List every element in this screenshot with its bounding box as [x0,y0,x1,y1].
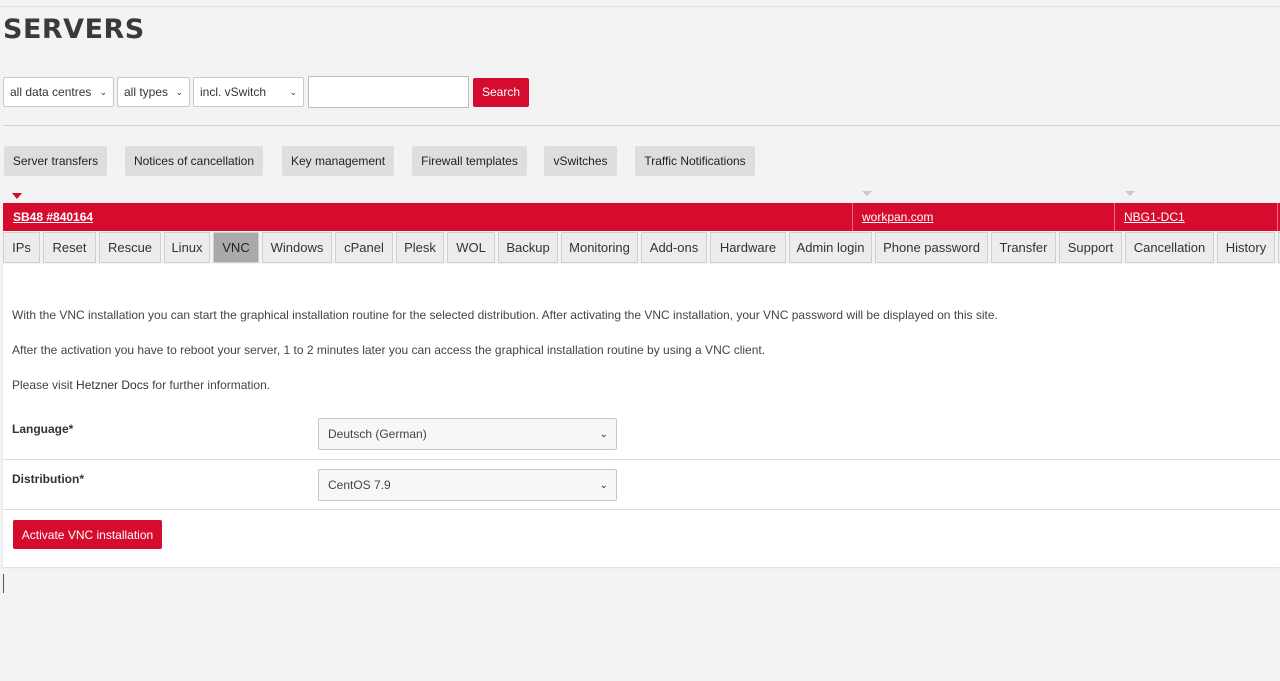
key-management-button[interactable]: Key management [282,146,394,176]
tab-rescue[interactable]: Rescue [99,232,161,263]
firewall-templates-button[interactable]: Firewall templates [412,146,527,176]
distribution-select[interactable]: CentOS 7.9 ⌄ [318,469,617,501]
docs-suffix: for further information. [148,378,271,392]
tab-add-ons[interactable]: Add-ons [641,232,707,263]
tab-history[interactable]: History [1217,232,1275,263]
language-select[interactable]: Deutsch (German) ⌄ [318,418,617,450]
page-title: SERVERS [3,14,145,45]
traffic-notifications-button[interactable]: Traffic Notifications [635,146,755,176]
chevron-down-icon: ⌄ [599,429,608,440]
tab-backup[interactable]: Backup [498,232,558,263]
filter-bar: all data centres ⌄ all types ⌄ incl. vSw… [3,76,529,108]
vnc-docs-note: Please visit Hetzner Docs for further in… [12,378,270,392]
language-label: Language* [12,422,74,436]
search-input[interactable] [308,76,469,108]
chevron-down-icon: ⌄ [289,87,297,97]
tab-vnc[interactable]: VNC [213,232,259,263]
tab-transfer[interactable]: Transfer [991,232,1056,263]
distribution-label: Distribution* [12,472,84,486]
vnc-panel: With the VNC installation you can start … [3,264,1280,567]
notices-of-cancellation-button[interactable]: Notices of cancellation [125,146,263,176]
top-divider [0,6,1280,7]
tab-wol[interactable]: WOL [447,232,495,263]
language-select-value: Deutsch (German) [328,427,427,441]
server-tabs: IPs Reset Rescue Linux VNC Windows cPane… [3,232,1280,264]
tab-admin-login[interactable]: Admin login [789,232,872,263]
server-name-link[interactable]: SB48 #840164 [13,210,93,224]
tab-support[interactable]: Support [1059,232,1122,263]
sort-marker-icon[interactable] [12,193,22,199]
tab-hardware[interactable]: Hardware [710,232,786,263]
tab-monitoring[interactable]: Monitoring [561,232,638,263]
text-cursor [3,574,4,593]
tab-windows[interactable]: Windows [262,232,332,263]
type-select[interactable]: all types ⌄ [117,77,190,107]
distribution-select-value: CentOS 7.9 [328,478,391,492]
vswitches-button[interactable]: vSwitches [544,146,617,176]
docs-prefix: Please visit [12,378,77,392]
vswitch-select-value: incl. vSwitch [200,85,267,99]
form-divider [3,509,1280,510]
type-select-value: all types [124,85,169,99]
tab-ips[interactable]: IPs [3,232,40,263]
form-divider [3,459,1280,460]
vnc-intro-text: With the VNC installation you can start … [12,308,998,322]
tab-reset[interactable]: Reset [43,232,96,263]
server-row[interactable]: SB48 #840164 workpan.com NBG1-DC1 [3,203,1280,231]
tab-phone-password[interactable]: Phone password [875,232,988,263]
vswitch-select[interactable]: incl. vSwitch ⌄ [193,77,304,107]
server-transfers-button[interactable]: Server transfers [4,146,107,176]
hetzner-docs-link[interactable]: Hetzner Docs [76,378,149,392]
chevron-down-icon: ⌄ [175,87,183,97]
tab-cancellation[interactable]: Cancellation [1125,232,1214,263]
column-divider [852,203,853,231]
search-button[interactable]: Search [473,77,529,107]
vnc-reboot-note: After the activation you have to reboot … [12,343,766,357]
column-divider [1277,203,1278,231]
server-datacenter-link[interactable]: NBG1-DC1 [1124,210,1185,224]
sort-marker-icon[interactable] [862,191,872,196]
sort-marker-icon[interactable] [1125,191,1135,196]
server-hostname-link[interactable]: workpan.com [862,210,933,224]
activate-vnc-button[interactable]: Activate VNC installation [13,520,162,549]
tab-cpanel[interactable]: cPanel [335,232,393,263]
divider [3,125,1280,126]
chevron-down-icon: ⌄ [599,480,608,491]
datacenter-select-value: all data centres [10,85,92,99]
datacenter-select[interactable]: all data centres ⌄ [3,77,114,107]
column-divider [1114,203,1115,231]
tab-plesk[interactable]: Plesk [396,232,444,263]
chevron-down-icon: ⌄ [99,87,107,97]
tab-linux[interactable]: Linux [164,232,210,263]
